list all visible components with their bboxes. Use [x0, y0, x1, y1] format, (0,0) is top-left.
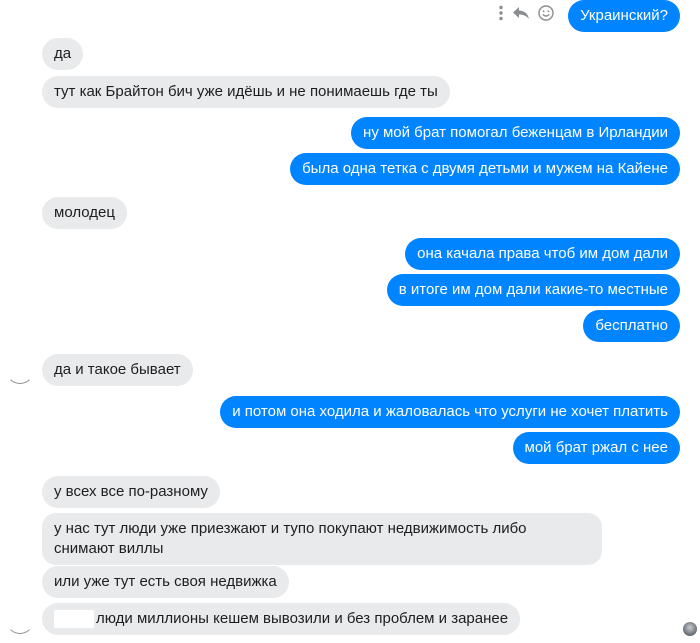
avatar [6, 606, 34, 634]
message-bubble-outgoing[interactable]: была одна тетка с двумя детьми и мужем н… [290, 153, 680, 185]
message-bubble-outgoing[interactable]: мой брат ржал с нее [512, 432, 680, 464]
message-bubble-outgoing[interactable]: в итоге им дом дали какие-то местные [386, 274, 680, 306]
redacted-name [54, 610, 94, 629]
message-bubble-incoming[interactable]: да и такое бывает [42, 354, 193, 386]
message-bubble-outgoing[interactable]: бесплатно [583, 310, 680, 342]
message-bubble-incoming[interactable]: да [42, 38, 84, 70]
message-bubble-outgoing[interactable]: ну мой брат помогал беженцам в Ирландии [351, 117, 680, 149]
avatar [6, 356, 34, 384]
message-bubble-outgoing[interactable]: Украинский? [568, 0, 680, 32]
message-bubble-outgoing[interactable]: и потом она ходила и жаловалась что услу… [220, 396, 680, 428]
message-bubble-incoming[interactable]: у нас тут люди уже приезжают и тупо поку… [42, 513, 602, 565]
message-text: люди миллионы кешем вывозили и без пробл… [96, 610, 509, 627]
message-bubble-incoming[interactable]: или уже тут есть своя недвижка [42, 566, 289, 598]
message-actions [498, 3, 554, 23]
message-bubble-incoming[interactable]: тут как Брайтон бич уже идёшь и не поним… [42, 76, 450, 108]
reply-icon[interactable] [512, 6, 530, 20]
message-bubble-incoming[interactable]: у всех все по-разному [42, 476, 220, 508]
more-icon[interactable] [498, 5, 504, 21]
react-icon[interactable] [538, 5, 554, 21]
message-bubble-incoming[interactable]: молодец [42, 197, 127, 229]
message-bubble-incoming[interactable]: люди миллионы кешем вывозили и без пробл… [42, 603, 521, 635]
seen-avatar [683, 622, 697, 636]
message-bubble-outgoing[interactable]: она качала права чтоб им дом дали [405, 238, 680, 270]
